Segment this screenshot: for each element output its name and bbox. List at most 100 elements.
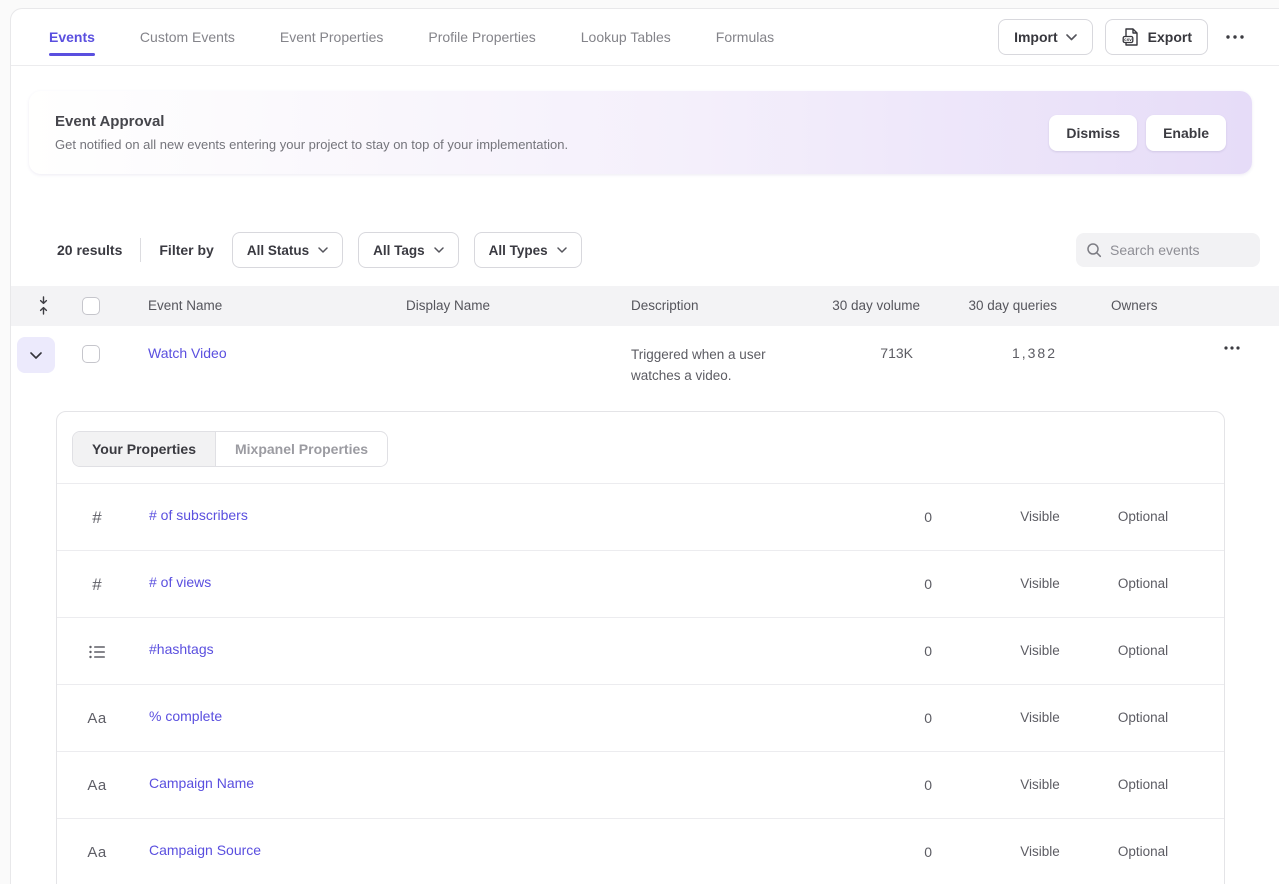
col-description: Description: [631, 298, 699, 313]
ellipsis-icon: [1224, 346, 1240, 350]
table-row: Watch Video Triggered when a user watche…: [11, 326, 1279, 411]
event-description: Triggered when a user watches a video.: [631, 344, 803, 386]
properties-tab-group: Your Properties Mixpanel Properties: [72, 431, 388, 467]
event-properties-panel: Your Properties Mixpanel Properties # of…: [56, 411, 1225, 884]
filter-toolbar: 20 results Filter by All Status All Tags…: [11, 232, 1279, 268]
export-button[interactable]: csv Export: [1105, 19, 1208, 55]
property-value: 0: [924, 643, 932, 659]
property-name-link[interactable]: Campaign Source: [149, 842, 261, 858]
tab-events[interactable]: Events: [49, 10, 95, 64]
tab-event-properties[interactable]: Event Properties: [280, 10, 384, 64]
property-name-link[interactable]: % complete: [149, 708, 222, 724]
property-status: Optional: [1083, 576, 1203, 591]
import-button-label: Import: [1014, 29, 1058, 45]
property-name-link[interactable]: #hashtags: [149, 641, 214, 657]
property-status: Optional: [1083, 710, 1203, 725]
chevron-down-icon: [318, 247, 328, 253]
status-filter-dropdown[interactable]: All Status: [232, 232, 343, 268]
property-visibility: Visible: [980, 576, 1100, 591]
csv-file-icon: csv: [1121, 27, 1140, 47]
tab-your-properties[interactable]: Your Properties: [73, 432, 216, 466]
number-type-icon: [79, 484, 115, 551]
tab-events-label: Events: [49, 29, 95, 45]
collapse-all-icon[interactable]: [37, 296, 50, 315]
import-button[interactable]: Import: [998, 19, 1093, 55]
search-input[interactable]: [1110, 242, 1250, 258]
list-type-icon: [79, 618, 115, 685]
property-visibility: Visible: [980, 844, 1100, 859]
tab-custom-events[interactable]: Custom Events: [140, 10, 235, 64]
property-value: 0: [924, 710, 932, 726]
banner-text: Event Approval Get notified on all new e…: [55, 113, 568, 152]
property-name-link[interactable]: Campaign Name: [149, 775, 254, 791]
property-row: % complete 0 Visible Optional: [57, 685, 1224, 752]
tab-profile-properties[interactable]: Profile Properties: [428, 10, 535, 64]
row-checkbox[interactable]: [82, 345, 100, 363]
search-icon: [1086, 242, 1102, 258]
col-owners: Owners: [1111, 298, 1158, 313]
property-name-link[interactable]: # of views: [149, 574, 211, 590]
property-row: # of subscribers 0 Visible Optional: [57, 484, 1224, 551]
event-approval-banner: Event Approval Get notified on all new e…: [29, 91, 1252, 174]
overflow-menu-button[interactable]: [1220, 31, 1250, 43]
number-type-icon: [79, 551, 115, 618]
row-menu-button[interactable]: [1218, 342, 1246, 354]
property-status: Optional: [1083, 844, 1203, 859]
property-row: #hashtags 0 Visible Optional: [57, 618, 1224, 685]
tab-lookup-tables[interactable]: Lookup Tables: [581, 10, 671, 64]
col-event-name: Event Name: [148, 298, 222, 313]
event-name-link[interactable]: Watch Video: [148, 345, 227, 361]
property-visibility: Visible: [980, 643, 1100, 658]
events-table-header: Event Name Display Name Description 30 d…: [11, 286, 1279, 326]
col-30-day-volume: 30 day volume: [832, 298, 920, 313]
tags-filter-dropdown[interactable]: All Tags: [358, 232, 459, 268]
property-visibility: Visible: [980, 777, 1100, 792]
dismiss-button[interactable]: Dismiss: [1049, 115, 1137, 151]
text-type-icon: [79, 685, 115, 752]
property-status: Optional: [1083, 509, 1203, 524]
status-filter-value: All Status: [247, 243, 309, 258]
property-row: Campaign Source 0 Visible Optional: [57, 819, 1224, 884]
banner-description: Get notified on all new events entering …: [55, 137, 568, 152]
col-30-day-queries: 30 day queries: [968, 298, 1057, 313]
toolbar-divider: [140, 238, 141, 262]
chevron-down-icon: [434, 247, 444, 253]
event-queries: 1,382: [1012, 345, 1057, 361]
ellipsis-icon: [1226, 35, 1244, 39]
tab-mixpanel-properties[interactable]: Mixpanel Properties: [216, 432, 387, 466]
property-visibility: Visible: [980, 710, 1100, 725]
event-volume: 713K: [880, 345, 913, 361]
chevron-down-icon: [30, 352, 42, 359]
property-status: Optional: [1083, 777, 1203, 792]
top-nav-actions: Import csv Export: [998, 19, 1250, 55]
chevron-down-icon: [1066, 34, 1077, 41]
search-events-box[interactable]: [1076, 233, 1260, 267]
property-value: 0: [924, 509, 932, 525]
collapse-row-button[interactable]: [17, 337, 55, 373]
property-value: 0: [924, 844, 932, 860]
types-filter-dropdown[interactable]: All Types: [474, 232, 582, 268]
export-button-label: Export: [1148, 29, 1192, 45]
top-nav-tabs: Events Custom Events Event Properties Pr…: [49, 10, 774, 64]
enable-button[interactable]: Enable: [1146, 115, 1226, 151]
property-value: 0: [924, 777, 932, 793]
property-visibility: Visible: [980, 509, 1100, 524]
types-filter-value: All Types: [489, 243, 548, 258]
text-type-icon: [79, 819, 115, 884]
text-type-icon: [79, 752, 115, 819]
banner-title: Event Approval: [55, 113, 568, 130]
top-nav-bar: Events Custom Events Event Properties Pr…: [11, 9, 1279, 66]
lexicon-page: Events Custom Events Event Properties Pr…: [10, 8, 1279, 884]
banner-actions: Dismiss Enable: [1049, 115, 1226, 151]
results-count: 20 results: [57, 242, 122, 258]
select-all-checkbox[interactable]: [82, 297, 100, 315]
col-display-name: Display Name: [406, 298, 490, 313]
property-row: # of views 0 Visible Optional: [57, 551, 1224, 618]
tab-formulas[interactable]: Formulas: [716, 10, 774, 64]
filter-by-label: Filter by: [159, 242, 213, 258]
svg-text:csv: csv: [1124, 37, 1132, 42]
property-value: 0: [924, 576, 932, 592]
chevron-down-icon: [557, 247, 567, 253]
property-name-link[interactable]: # of subscribers: [149, 507, 248, 523]
active-tab-underline: [49, 53, 95, 56]
